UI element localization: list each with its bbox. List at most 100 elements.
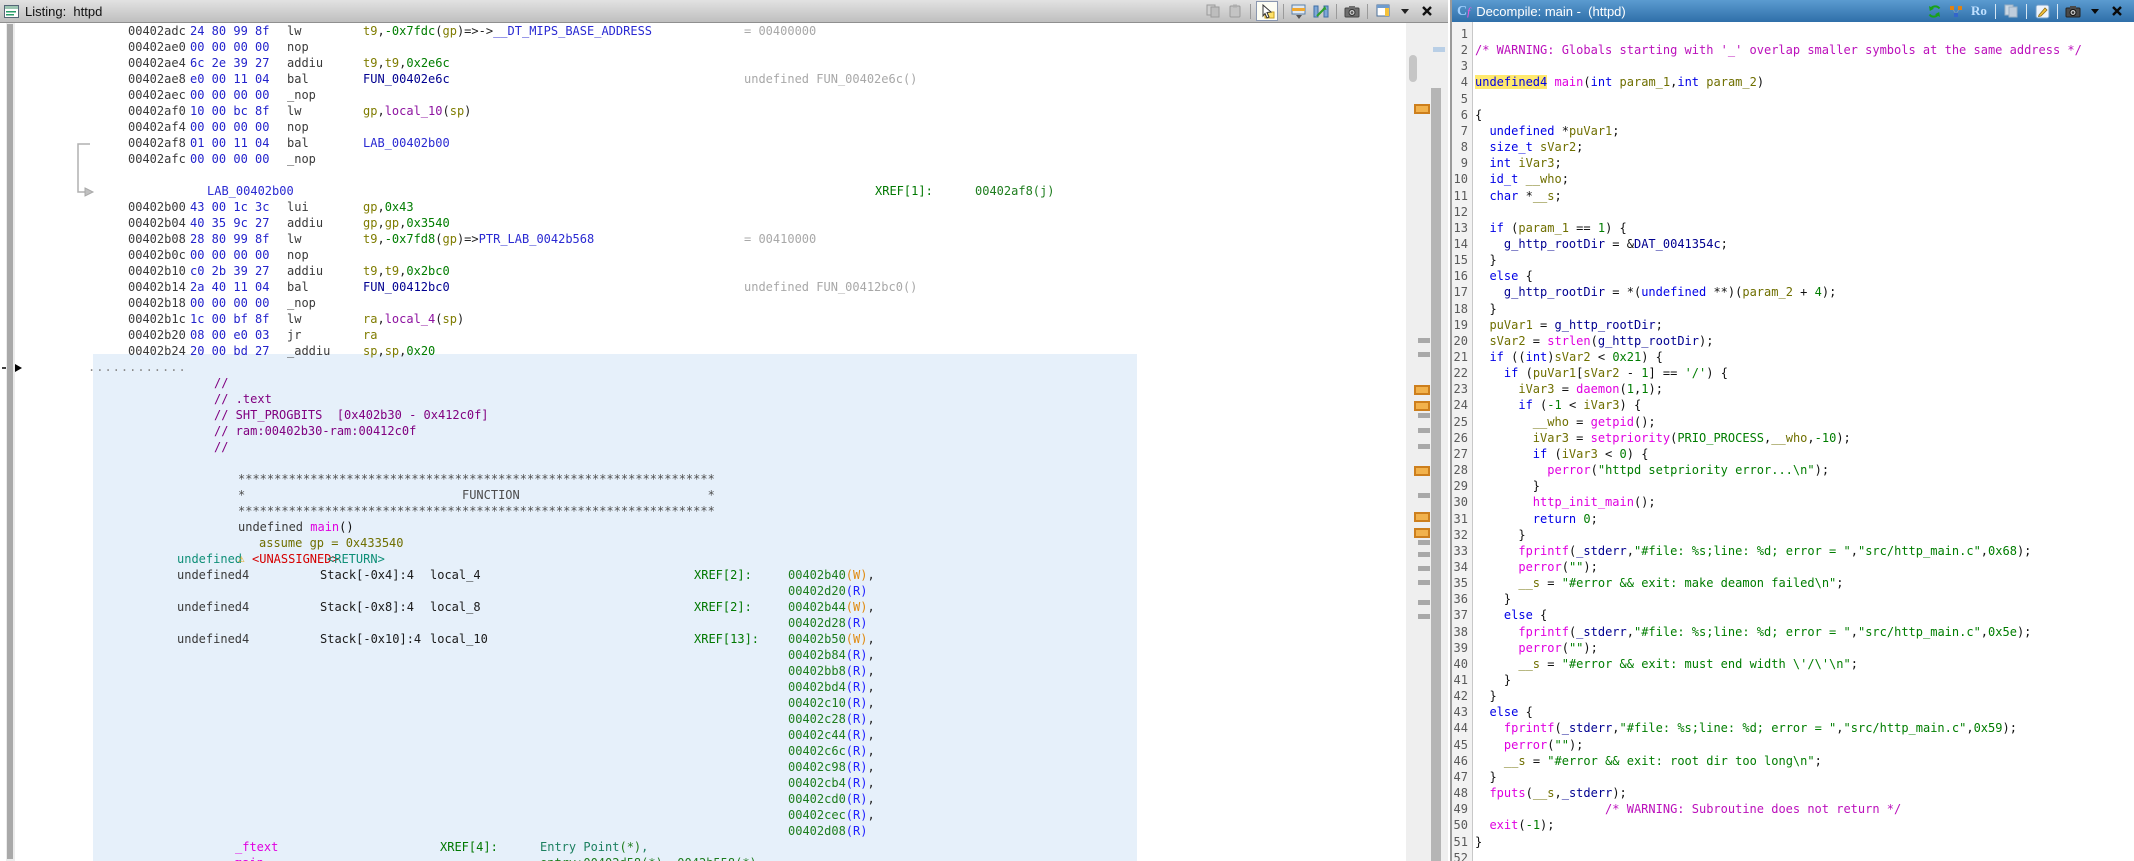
change-tick[interactable] xyxy=(1418,413,1430,418)
change-tick[interactable] xyxy=(1418,338,1430,343)
listing-row[interactable]: undefined main() xyxy=(0,520,1406,536)
decompile-line[interactable]: 3 xyxy=(1452,59,2134,76)
change-tick[interactable] xyxy=(1418,614,1430,619)
listing-row[interactable]: // xyxy=(0,376,1406,392)
ro-button[interactable]: Ro xyxy=(1968,2,1990,20)
decompile-line[interactable]: 31 return 0; xyxy=(1452,512,2134,529)
listing-row[interactable]: 00402b142a 40 11 04balFUN_00412bc0undefi… xyxy=(0,280,1406,296)
decompile-line[interactable]: 12 xyxy=(1452,205,2134,222)
listing-row[interactable]: 00402ae8e0 00 11 04balFUN_00402e6cundefi… xyxy=(0,72,1406,88)
decompile-line[interactable]: 38 fprintf(_stderr,"#file: %s;line: %d; … xyxy=(1452,625,2134,642)
marker-scroll-thumb[interactable] xyxy=(1409,55,1417,82)
listing-row[interactable]: 00402c28(R), xyxy=(0,712,1406,728)
decompile-line[interactable]: 48 fputs(__s,_stderr); xyxy=(1452,786,2134,803)
decompile-line[interactable]: 33 fprintf(_stderr,"#file: %s;line: %d; … xyxy=(1452,544,2134,561)
listing-row[interactable]: 00402c98(R), xyxy=(0,760,1406,776)
decompile-line[interactable]: 44 fprintf(_stderr,"#file: %s;line: %d; … xyxy=(1452,721,2134,738)
snapshot-button-decomp[interactable] xyxy=(2063,2,2083,20)
highlight-marker[interactable] xyxy=(1414,104,1430,114)
listing-row[interactable]: 00402b1c1c 00 bf 8flwra,local_4(sp) xyxy=(0,312,1406,328)
table-view-button[interactable] xyxy=(1289,2,1309,20)
listing-row[interactable]: 00402adc24 80 99 8flwt9,-0x7fdc(gp)=>->_… xyxy=(0,24,1406,40)
decompile-line[interactable]: 7 undefined *puVar1; xyxy=(1452,124,2134,141)
highlight-marker[interactable] xyxy=(1414,512,1430,522)
listing-row[interactable]: 00402ae46c 2e 39 27addiut9,t9,0x2e6c xyxy=(0,56,1406,72)
decompile-line[interactable]: 52 xyxy=(1452,851,2134,861)
decompile-line[interactable]: 40 __s = "#error && exit: must end width… xyxy=(1452,657,2134,674)
listing-row[interactable]: assume gp = 0x433540 xyxy=(0,536,1406,552)
listing-row[interactable]: 00402cec(R), xyxy=(0,808,1406,824)
decompile-line[interactable]: 39 perror(""); xyxy=(1452,641,2134,658)
listing-row[interactable]: 00402d28(R) xyxy=(0,616,1406,632)
paste-button[interactable] xyxy=(1225,2,1245,20)
change-tick[interactable] xyxy=(1418,580,1430,585)
listing-row[interactable]: // SHT_PROGBITS [0x402b30 - 0x412c0f] xyxy=(0,408,1406,424)
listing-view[interactable]: 00402adc24 80 99 8flwt9,-0x7fdc(gp)=>->_… xyxy=(0,0,1406,861)
listing-row[interactable]: 00402b84(R), xyxy=(0,648,1406,664)
listing-row[interactable]: // xyxy=(0,440,1406,456)
decompile-line[interactable]: 50 exit(-1); xyxy=(1452,818,2134,835)
decompile-line[interactable]: 43 else { xyxy=(1452,705,2134,722)
listing-row[interactable]: undefined⚠<UNASSIGNED><RETURN> xyxy=(0,552,1406,568)
decompile-line[interactable]: 37 else { xyxy=(1452,608,2134,625)
listing-row[interactable]: 00402b0828 80 99 8flwt9,-0x7fd8(gp)=>PTR… xyxy=(0,232,1406,248)
decompile-line[interactable]: 13 if (param_1 == 1) { xyxy=(1452,221,2134,238)
listing-row[interactable]: 00402b2008 00 e0 03jrra xyxy=(0,328,1406,344)
listing-titlebar[interactable]: Listing: httpd xyxy=(0,0,1448,23)
listing-row[interactable]: 00402b2420 00 bd 27_addiusp,sp,0x20 xyxy=(0,344,1406,360)
panel-options-button[interactable] xyxy=(1373,2,1393,20)
decompile-line[interactable]: 28 perror("httpd setpriority error...\n"… xyxy=(1452,463,2134,480)
change-tick[interactable] xyxy=(1418,493,1430,498)
decompile-line[interactable]: 18 } xyxy=(1452,302,2134,319)
listing-row[interactable]: * FUNCTION * xyxy=(0,488,1406,504)
close-listing-button[interactable] xyxy=(1417,2,1437,20)
change-tick[interactable] xyxy=(1418,444,1430,449)
decompile-line[interactable]: 34 perror(""); xyxy=(1452,560,2134,577)
decompile-line[interactable]: 41 } xyxy=(1452,673,2134,690)
listing-row[interactable]: ****************************************… xyxy=(0,504,1406,520)
listing-row[interactable]: 00402c10(R), xyxy=(0,696,1406,712)
listing-row[interactable]: 00402b1800 00 00 00_nop xyxy=(0,296,1406,312)
listing-row[interactable]: ............ xyxy=(0,360,1406,376)
decompile-line[interactable]: 24 if (-1 < iVar3) { xyxy=(1452,398,2134,415)
listing-row[interactable] xyxy=(0,168,1406,184)
dropdown-caret-button[interactable] xyxy=(1395,2,1415,20)
change-tick[interactable] xyxy=(1418,428,1430,433)
decompiler-view[interactable]: 12/* WARNING: Globals starting with '_' … xyxy=(1452,22,2134,861)
listing-row[interactable]: 00402b0043 00 1c 3cluigp,0x43 xyxy=(0,200,1406,216)
listing-scrollbar-thumb[interactable] xyxy=(7,24,13,859)
listing-row[interactable]: // ram:00402b30-ram:00412c0f xyxy=(0,424,1406,440)
decompile-line[interactable]: 27 if (iVar3 < 0) { xyxy=(1452,447,2134,464)
edit-fields-button[interactable] xyxy=(1311,2,1331,20)
listing-row[interactable]: 00402afc00 00 00 00_nop xyxy=(0,152,1406,168)
close-decompiler-button[interactable] xyxy=(2107,2,2127,20)
decompile-line[interactable]: 11 char *__s; xyxy=(1452,189,2134,206)
highlight-marker[interactable] xyxy=(1414,466,1430,476)
decompile-line[interactable]: 9 int iVar3; xyxy=(1452,156,2134,173)
decompile-line[interactable]: 30 http_init_main(); xyxy=(1452,495,2134,512)
listing-row[interactable]: _ftextXREF[4]:Entry Point(*), xyxy=(0,840,1406,856)
listing-row[interactable]: 00402c6c(R), xyxy=(0,744,1406,760)
decompile-line[interactable]: 42 } xyxy=(1452,689,2134,706)
bookmark-tick-blue[interactable] xyxy=(1433,47,1445,52)
decompile-line[interactable]: 19 puVar1 = g_http_rootDir; xyxy=(1452,318,2134,335)
listing-row[interactable]: undefined4Stack[-0x8]:4local_8XREF[2]:00… xyxy=(0,600,1406,616)
change-tick[interactable] xyxy=(1418,600,1430,605)
decompile-line[interactable]: 25 __who = getpid(); xyxy=(1452,415,2134,432)
listing-row[interactable]: 00402d08(R) xyxy=(0,824,1406,840)
decompile-line[interactable]: 17 g_http_rootDir = *(undefined **)(para… xyxy=(1452,285,2134,302)
listing-row[interactable]: 00402af010 00 bc 8flwgp,local_10(sp) xyxy=(0,104,1406,120)
decompile-line[interactable]: 23 iVar3 = daemon(1,1); xyxy=(1452,382,2134,399)
decompile-line[interactable]: 47 } xyxy=(1452,770,2134,787)
decompile-line[interactable]: 8 size_t sVar2; xyxy=(1452,140,2134,157)
re-decompile-button[interactable] xyxy=(1924,2,1944,20)
listing-row[interactable]: 00402d20(R) xyxy=(0,584,1406,600)
decompile-line[interactable]: 32 } xyxy=(1452,528,2134,545)
decompile-line[interactable]: 36 } xyxy=(1452,592,2134,609)
listing-row[interactable]: 00402af801 00 11 04balLAB_00402b00 xyxy=(0,136,1406,152)
copy-button[interactable] xyxy=(1203,2,1223,20)
decompile-line[interactable]: 51} xyxy=(1452,835,2134,852)
decompile-line[interactable]: 14 g_http_rootDir = &DAT_0041354c; xyxy=(1452,237,2134,254)
highlight-marker[interactable] xyxy=(1414,385,1430,395)
listing-row[interactable]: mainentry:00402d58(*), 0042b558(*) xyxy=(0,856,1406,861)
